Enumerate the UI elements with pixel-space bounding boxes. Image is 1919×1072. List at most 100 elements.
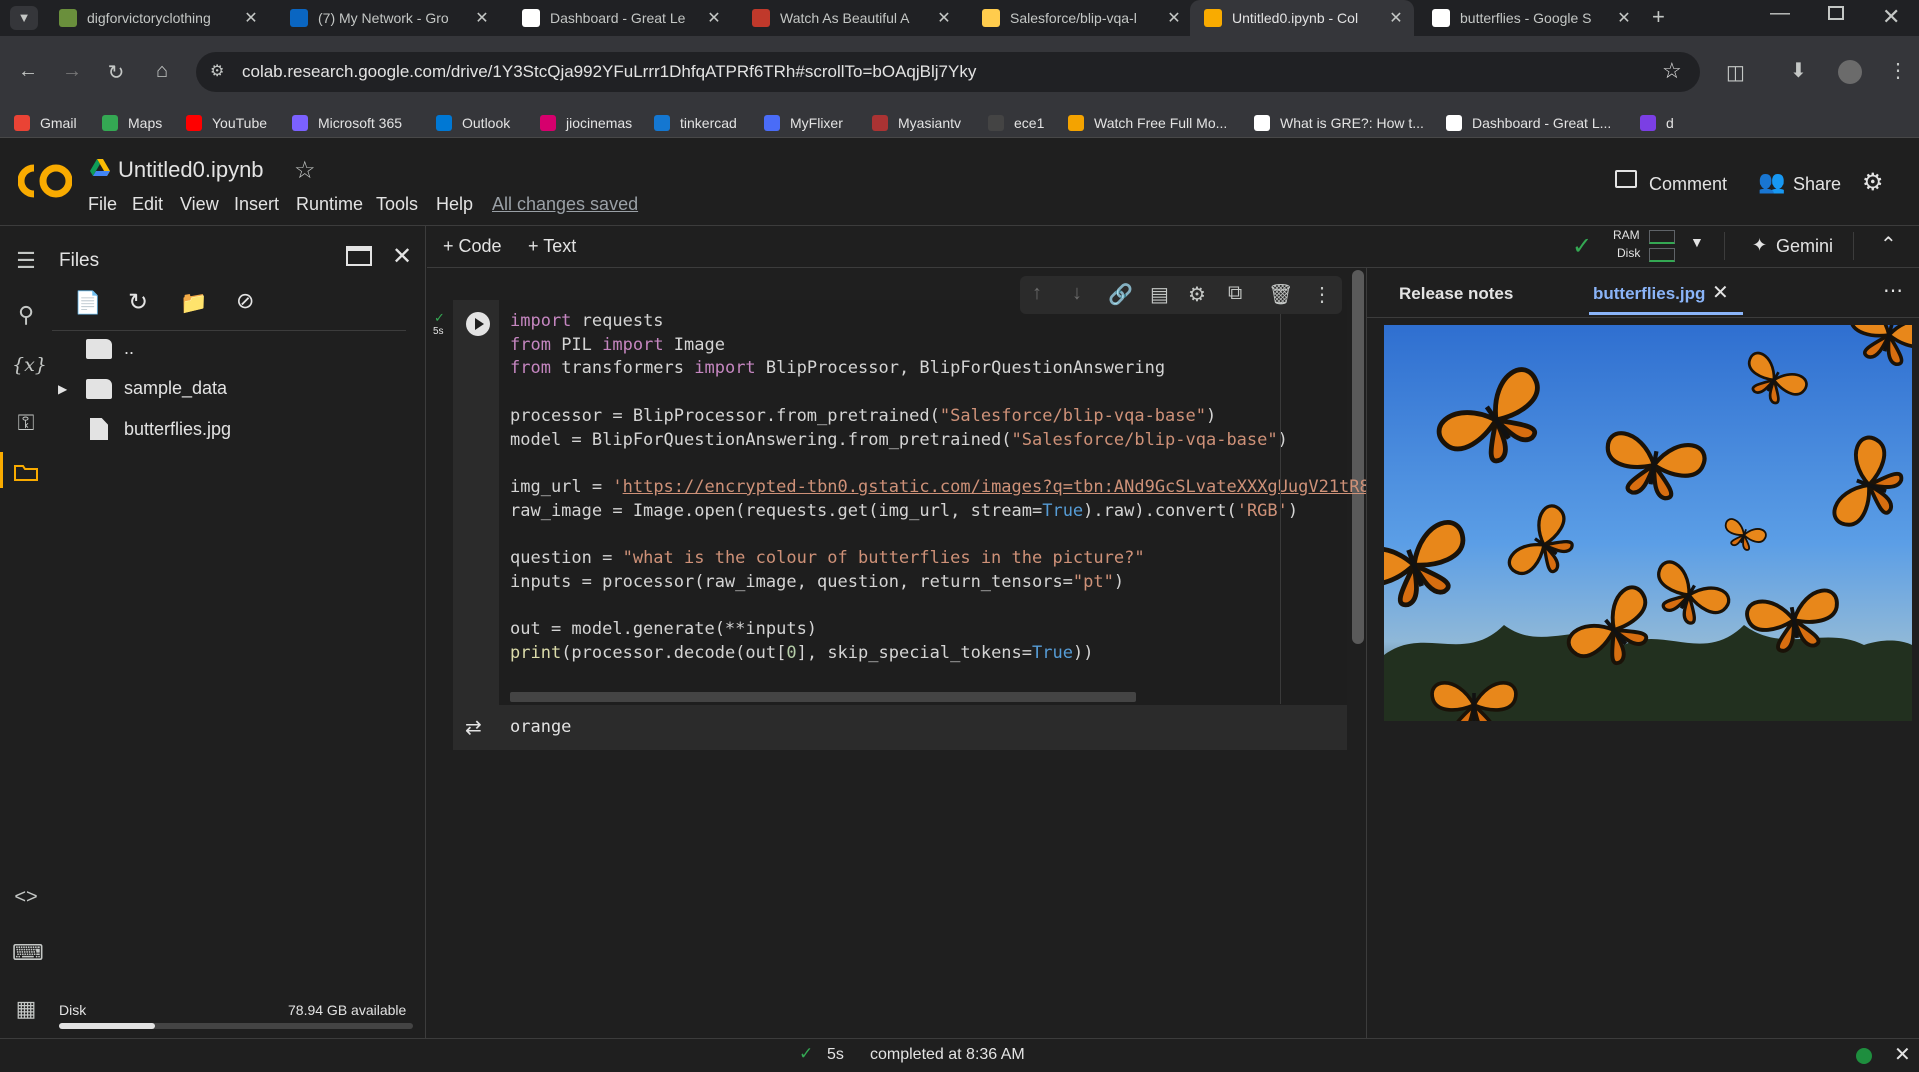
- menu-insert[interactable]: Insert: [234, 194, 279, 215]
- bookmark-item[interactable]: ece1: [988, 108, 1044, 138]
- add-code-button[interactable]: + Code: [443, 236, 502, 257]
- gemini-button[interactable]: Gemini: [1776, 236, 1833, 257]
- close-tab-icon[interactable]: ✕: [470, 8, 494, 28]
- close-tab-icon[interactable]: ✕: [932, 8, 956, 28]
- site-info-icon[interactable]: ⚙: [210, 61, 224, 81]
- open-in-tab-icon[interactable]: [346, 246, 372, 266]
- upload-file-icon[interactable]: 📄: [74, 290, 101, 316]
- colab-header: Untitled0.ipynb ☆ Comment 👥 Share ⚙: [0, 138, 1919, 226]
- file-row[interactable]: butterflies.jpg: [58, 418, 231, 440]
- close-status-icon[interactable]: ✕: [1894, 1042, 1911, 1067]
- download-icon[interactable]: ⬇: [1790, 58, 1807, 83]
- new-tab-button[interactable]: +: [1652, 4, 1665, 30]
- extensions-icon[interactable]: ◫: [1726, 60, 1745, 85]
- cell-settings-icon[interactable]: ⚙: [1188, 282, 1206, 307]
- bookmark-item[interactable]: Maps: [102, 108, 162, 138]
- browser-tab[interactable]: Dashboard - Great Le ✕: [508, 0, 732, 36]
- folder-icon[interactable]: [12, 462, 40, 490]
- terminal-icon[interactable]: ▦: [12, 996, 40, 1024]
- close-tab-icon[interactable]: ✕: [702, 8, 726, 28]
- notebook-title[interactable]: Untitled0.ipynb: [118, 157, 264, 183]
- close-tab-icon[interactable]: ✕: [1612, 8, 1636, 28]
- bookmark-item[interactable]: Myasiantv: [872, 108, 961, 138]
- browser-tab[interactable]: Salesforce/blip-vqa-l ✕: [968, 0, 1192, 36]
- profile-avatar[interactable]: [1838, 60, 1862, 84]
- tab-butterflies-jpg[interactable]: butterflies.jpg: [1593, 284, 1705, 304]
- bookmark-item[interactable]: Dashboard - Great L...: [1446, 108, 1611, 138]
- bookmark-item[interactable]: tinkercad: [654, 108, 737, 138]
- browser-tab[interactable]: Untitled0.ipynb - Col ✕: [1190, 0, 1414, 36]
- tab-search-button[interactable]: ▼: [10, 6, 38, 30]
- code-snippets-icon[interactable]: <>: [12, 886, 40, 914]
- browser-tab[interactable]: (7) My Network - Gro ✕: [276, 0, 500, 36]
- menu-file[interactable]: File: [88, 194, 117, 215]
- minimize-button[interactable]: —: [1770, 2, 1790, 25]
- back-button[interactable]: ←: [14, 60, 42, 83]
- menu-help[interactable]: Help: [436, 194, 473, 215]
- menu-view[interactable]: View: [180, 194, 219, 215]
- menu-tools[interactable]: Tools: [376, 194, 418, 215]
- table-of-contents-icon[interactable]: ☰: [12, 248, 40, 276]
- bookmark-item[interactable]: Watch Free Full Mo...: [1068, 108, 1227, 138]
- resources-dropdown-icon[interactable]: ▼: [1690, 234, 1704, 250]
- run-cell-button[interactable]: [466, 312, 490, 336]
- reload-button[interactable]: ↻: [102, 60, 130, 85]
- collapse-header-icon[interactable]: ⌃: [1880, 232, 1897, 257]
- move-down-icon[interactable]: ↓: [1072, 282, 1082, 305]
- save-status[interactable]: All changes saved: [492, 194, 638, 215]
- code-editor[interactable]: import requests from PIL import Image fr…: [510, 310, 1390, 666]
- bookmark-item[interactable]: YouTube: [186, 108, 267, 138]
- star-icon[interactable]: ☆: [294, 156, 316, 185]
- refresh-icon[interactable]: ↻: [128, 288, 148, 317]
- move-up-icon[interactable]: ↑: [1032, 282, 1042, 305]
- close-panel-icon[interactable]: ✕: [392, 242, 412, 271]
- hide-files-icon[interactable]: ⊘: [236, 288, 254, 314]
- file-row[interactable]: ..: [86, 338, 134, 359]
- mount-drive-icon[interactable]: 📁: [180, 290, 207, 316]
- browser-tab[interactable]: Watch As Beautiful A ✕: [738, 0, 962, 36]
- bookmark-item[interactable]: What is GRE?: How t...: [1254, 108, 1424, 138]
- comment-cell-icon[interactable]: ▤: [1150, 282, 1169, 307]
- file-row[interactable]: ▶ sample_data: [58, 378, 227, 399]
- close-tab-icon[interactable]: ✕: [1712, 280, 1729, 305]
- more-options-icon[interactable]: ⋮: [1312, 282, 1332, 307]
- expand-chevron-icon[interactable]: ▶: [58, 382, 86, 396]
- home-button[interactable]: ⌂: [148, 60, 176, 83]
- tab-release-notes[interactable]: Release notes: [1399, 284, 1513, 304]
- address-bar[interactable]: ⚙ colab.research.google.com/drive/1Y3Stc…: [196, 52, 1700, 92]
- close-tab-icon[interactable]: ✕: [1384, 8, 1408, 28]
- mirror-cell-icon[interactable]: ⧉: [1228, 282, 1242, 305]
- secrets-key-icon[interactable]: ⚿: [12, 410, 40, 438]
- menu-edit[interactable]: Edit: [132, 194, 163, 215]
- variables-icon[interactable]: {x}: [12, 354, 47, 382]
- bookmark-item[interactable]: Microsoft 365: [292, 108, 402, 138]
- cell-toolbar: [1020, 276, 1342, 314]
- browser-tab[interactable]: butterflies - Google S ✕: [1418, 0, 1642, 36]
- forward-button[interactable]: →: [58, 60, 86, 83]
- bookmark-item[interactable]: Gmail: [14, 108, 77, 138]
- settings-gear-icon[interactable]: ⚙: [1862, 168, 1884, 197]
- colab-logo[interactable]: [18, 164, 72, 198]
- add-text-button[interactable]: + Text: [528, 236, 576, 257]
- share-button[interactable]: Share: [1793, 174, 1841, 195]
- menu-runtime[interactable]: Runtime: [296, 194, 363, 215]
- bookmark-item[interactable]: Outlook: [436, 108, 510, 138]
- close-tab-icon[interactable]: ✕: [239, 8, 263, 28]
- link-icon[interactable]: 🔗: [1108, 282, 1133, 307]
- comment-button[interactable]: Comment: [1649, 174, 1727, 195]
- browser-tab[interactable]: digforvictoryclothing ✕: [45, 0, 269, 36]
- close-tab-icon[interactable]: ✕: [1162, 8, 1186, 28]
- code-hscrollbar[interactable]: [510, 692, 1136, 702]
- pane-more-icon[interactable]: ⋯: [1883, 278, 1903, 303]
- delete-icon[interactable]: 🗑: [1268, 282, 1293, 307]
- command-palette-icon[interactable]: ⌨: [12, 940, 44, 968]
- bookmark-star-icon[interactable]: ☆: [1662, 58, 1682, 84]
- bookmark-item[interactable]: jiocinemas: [540, 108, 632, 138]
- close-window-button[interactable]: ✕: [1882, 4, 1900, 30]
- bookmark-item[interactable]: MyFlixer: [764, 108, 843, 138]
- output-actions-icon[interactable]: ⇄: [465, 715, 482, 740]
- search-icon[interactable]: ⚲: [12, 302, 40, 330]
- restore-button[interactable]: [1828, 6, 1844, 20]
- browser-menu-icon[interactable]: ⋮: [1888, 58, 1908, 83]
- bookmark-item[interactable]: d: [1640, 108, 1674, 138]
